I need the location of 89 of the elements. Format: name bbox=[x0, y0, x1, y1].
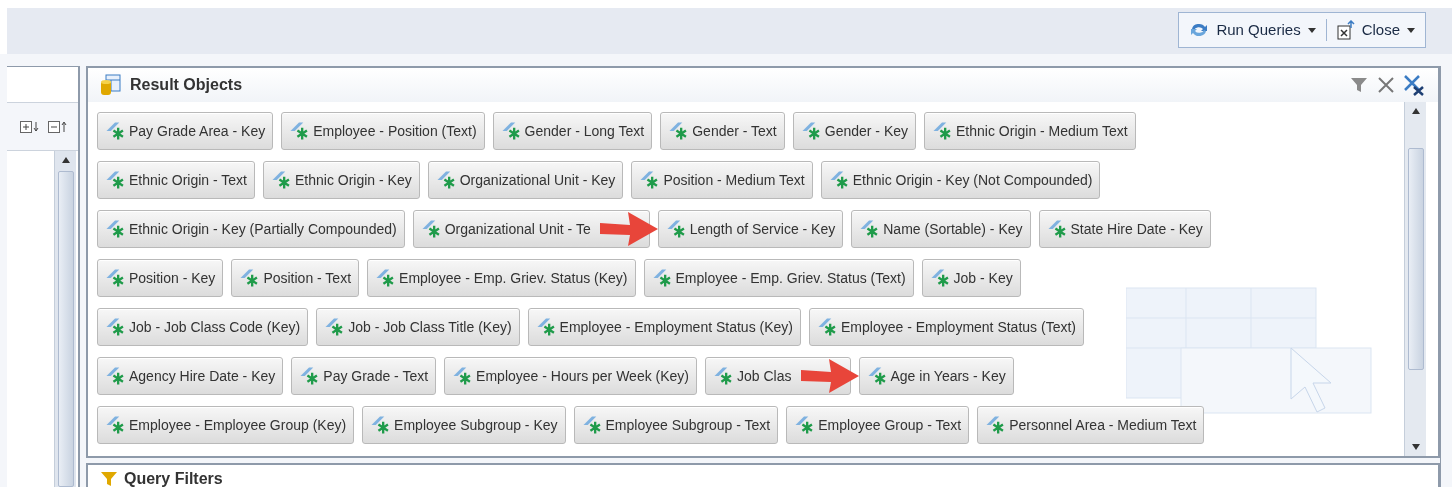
result-object-chip[interactable]: Employee Subgroup - Key bbox=[362, 406, 566, 444]
dimension-icon bbox=[818, 318, 836, 336]
result-object-chip[interactable]: Job - Job Class Title (Key) bbox=[316, 308, 520, 346]
result-object-chip[interactable]: Ethnic Origin - Medium Text bbox=[924, 112, 1136, 150]
collapse-all-icon[interactable] bbox=[48, 120, 68, 133]
database-table-icon bbox=[100, 74, 122, 96]
dimension-icon bbox=[106, 122, 124, 140]
result-object-chip[interactable]: Gender - Text bbox=[660, 112, 785, 150]
dimension-icon bbox=[1047, 220, 1066, 238]
result-object-chip[interactable]: Name (Sortable) - Key bbox=[851, 210, 1031, 248]
result-object-chip[interactable]: Employee - Position (Text) bbox=[281, 112, 485, 150]
dimension-icon bbox=[325, 318, 344, 336]
result-object-chip[interactable]: Employee - Employee Group (Key) bbox=[97, 406, 355, 444]
dimension-icon bbox=[640, 171, 659, 189]
dimension-icon bbox=[829, 171, 848, 189]
result-object-chip[interactable]: Job - Key bbox=[921, 259, 1021, 297]
result-object-chip[interactable]: Employee Subgroup - Text bbox=[573, 406, 779, 444]
result-object-chip[interactable]: Employee - Emp. Griev. Status (Text) bbox=[643, 259, 914, 297]
dimension-icon bbox=[795, 416, 814, 434]
result-object-chip[interactable]: Employee Group - Text bbox=[786, 406, 970, 444]
result-object-chip[interactable]: Position - Medium Text bbox=[631, 161, 813, 199]
filter-icon[interactable] bbox=[1350, 76, 1368, 94]
result-object-chip[interactable]: Ethnic Origin - Key (Not Compounded) bbox=[820, 161, 1101, 199]
result-object-chip[interactable]: Gender - Long Text bbox=[492, 112, 653, 150]
refresh-icon bbox=[1189, 21, 1210, 39]
result-object-chip[interactable]: Agency Hire Date - Key bbox=[97, 357, 284, 395]
result-object-chip[interactable]: Employee - Employment Status (Text) bbox=[809, 308, 1084, 346]
dimension-icon bbox=[582, 416, 601, 434]
filter-icon bbox=[100, 471, 118, 487]
scroll-up-icon[interactable] bbox=[1411, 108, 1420, 114]
caret-icon bbox=[1407, 27, 1415, 33]
result-object-chip[interactable]: Employee - Emp. Griev. Status (Key) bbox=[367, 259, 636, 297]
dimension-icon bbox=[436, 171, 455, 189]
expand-all-icon[interactable] bbox=[20, 120, 40, 133]
dimension-icon bbox=[652, 269, 671, 287]
result-object-chip[interactable]: Personnel Area - Medium Text bbox=[977, 406, 1205, 444]
dimension-icon bbox=[106, 318, 124, 336]
dimension-icon bbox=[290, 122, 309, 140]
result-object-chip[interactable]: State Hire Date - Key bbox=[1038, 210, 1211, 248]
dimension-icon bbox=[453, 367, 472, 385]
dimension-icon bbox=[300, 367, 319, 385]
dimension-icon bbox=[930, 269, 949, 287]
close-document-icon bbox=[1336, 20, 1355, 40]
result-object-chip[interactable]: Organizational Unit - Te bbox=[412, 210, 650, 248]
scroll-down-icon[interactable] bbox=[1411, 444, 1420, 450]
result-object-chip[interactable]: Organizational Unit - Key bbox=[427, 161, 624, 199]
panel-title: Query Filters bbox=[124, 471, 223, 487]
result-object-chip[interactable]: Ethnic Origin - Text bbox=[97, 161, 255, 199]
result-object-chip[interactable]: Position - Key bbox=[97, 259, 224, 297]
result-object-chip[interactable]: Position - Text bbox=[231, 259, 360, 297]
dimension-icon bbox=[376, 269, 395, 287]
result-object-chip[interactable]: Employee - Employment Status (Key) bbox=[527, 308, 801, 346]
dimension-icon bbox=[106, 367, 124, 385]
dimension-icon bbox=[867, 367, 886, 385]
dimension-icon bbox=[272, 171, 290, 189]
dimension-icon bbox=[666, 220, 685, 238]
dimension-icon bbox=[501, 122, 520, 140]
dimension-icon bbox=[371, 416, 390, 434]
result-object-chip[interactable]: Age in Years - Key bbox=[858, 357, 1014, 395]
dimension-icon bbox=[421, 220, 440, 238]
dimension-icon bbox=[106, 416, 124, 434]
toolbar-button[interactable]: Close bbox=[1336, 18, 1415, 42]
dimension-icon bbox=[536, 318, 555, 336]
dimension-icon bbox=[106, 171, 124, 189]
dimension-icon bbox=[106, 269, 124, 287]
result-object-chip[interactable]: Pay Grade Area - Key bbox=[97, 112, 274, 150]
dimension-icon bbox=[669, 122, 688, 140]
clear-all-icon[interactable] bbox=[1402, 73, 1426, 97]
dimension-icon bbox=[714, 367, 733, 385]
close-icon[interactable] bbox=[1376, 75, 1396, 95]
result-object-chip[interactable]: Ethnic Origin - Key (Partially Compounded) bbox=[97, 210, 405, 248]
panel-title: Result Objects bbox=[130, 75, 243, 95]
dimension-icon bbox=[106, 220, 124, 238]
dimension-icon bbox=[860, 220, 879, 238]
scrollbar[interactable] bbox=[1404, 102, 1426, 456]
result-object-chip[interactable]: Employee - Hours per Week (Key) bbox=[444, 357, 698, 395]
scrollbar[interactable] bbox=[54, 151, 76, 487]
scroll-up-icon[interactable] bbox=[61, 157, 70, 163]
dimension-icon bbox=[986, 416, 1005, 434]
caret-icon bbox=[1307, 27, 1316, 33]
dimension-icon bbox=[801, 122, 820, 140]
result-object-chip[interactable]: Length of Service - Key bbox=[657, 210, 844, 248]
toolbar-button[interactable]: Run Queries bbox=[1189, 18, 1316, 42]
result-object-chip[interactable]: Pay Grade - Text bbox=[291, 357, 437, 395]
result-object-chip[interactable]: Gender - Key bbox=[792, 112, 917, 150]
result-object-chip[interactable]: Job - Job Class Code (Key) bbox=[97, 308, 309, 346]
dimension-icon bbox=[933, 122, 952, 140]
dimension-icon bbox=[240, 269, 259, 287]
result-object-chip[interactable]: Ethnic Origin - Key bbox=[263, 161, 420, 199]
